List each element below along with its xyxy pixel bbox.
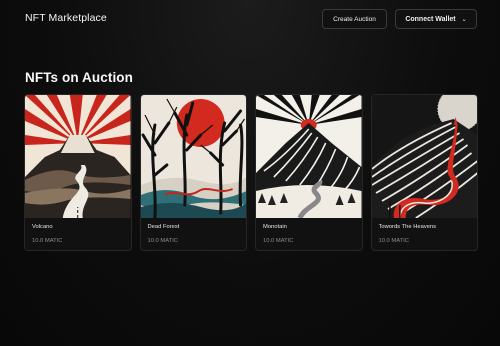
nft-price: 10.0 MATIC (263, 238, 294, 244)
create-auction-label: Create Auction (333, 15, 376, 23)
nft-price: 10.0 MATIC (147, 238, 179, 244)
nft-price: 10.0 MATIC (378, 238, 410, 244)
create-auction-button[interactable]: Create Auction (322, 9, 387, 29)
top-navbar: NFT Marketplace Create Auction Connect W… (0, 0, 500, 38)
connect-wallet-button[interactable]: Connect Wallet ⌄ (395, 9, 477, 29)
nft-name: Monotain (263, 224, 287, 230)
brand-logo-text[interactable]: NFT Marketplace (25, 12, 107, 24)
nft-price: 10.0 MATIC (32, 238, 63, 244)
nft-name: Volcano (32, 224, 53, 230)
nft-card[interactable]: Towords The Heavens 10.0 MATIC (370, 94, 478, 251)
nft-name: Towords The Heavens (378, 224, 437, 230)
nft-image-towords-the-heavens (371, 95, 477, 218)
nft-card[interactable]: Dead Forest 10.0 MATIC (139, 94, 247, 251)
section-title: NFTs on Auction (25, 70, 133, 85)
nft-image-dead-forest (140, 95, 246, 218)
chevron-down-icon: ⌄ (461, 16, 467, 23)
nft-image-monotain (256, 95, 362, 218)
nft-card[interactable]: Monotain 10.0 MATIC (255, 94, 363, 251)
connect-wallet-label: Connect Wallet (405, 15, 456, 23)
nft-card[interactable]: Volcano 10.0 MATIC (24, 94, 132, 251)
nft-grid: Volcano 10.0 MATIC Dead Forest 10.0 MATI… (24, 94, 478, 252)
nft-image-volcano (25, 95, 131, 218)
nft-name: Dead Forest (147, 224, 180, 230)
